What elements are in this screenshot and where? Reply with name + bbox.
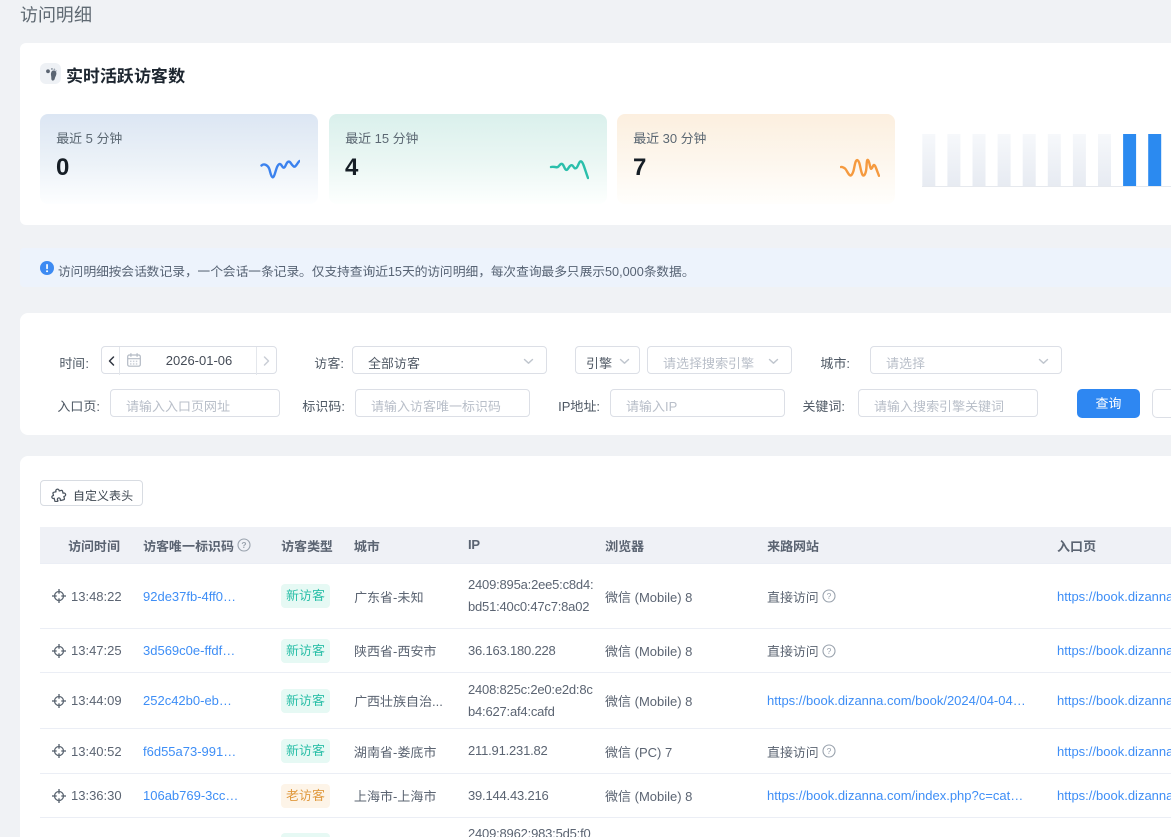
- svg-text:?: ?: [827, 746, 832, 756]
- svg-text:?: ?: [241, 540, 246, 550]
- svg-text:?: ?: [827, 591, 832, 601]
- svg-text:?: ?: [827, 646, 832, 656]
